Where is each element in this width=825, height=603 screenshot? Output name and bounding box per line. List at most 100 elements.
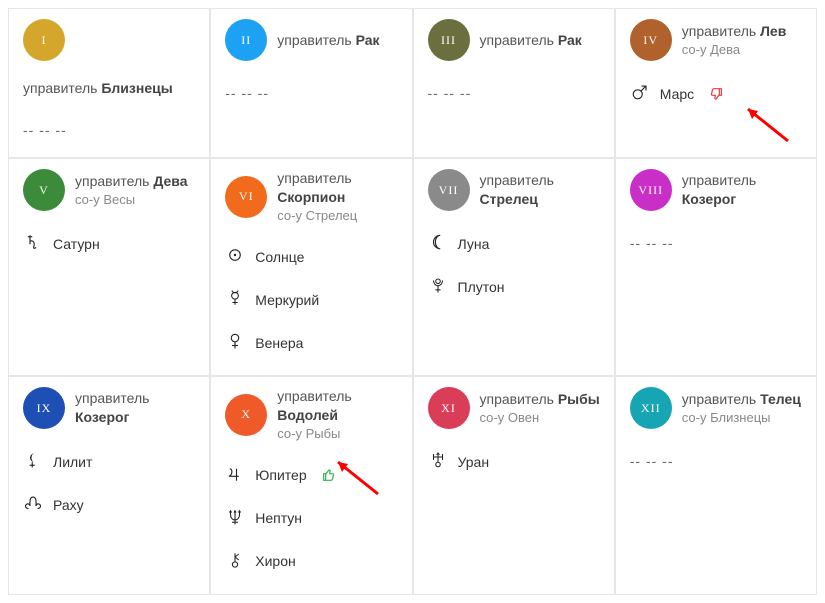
house-header: Vуправитель Девасо-у Весы — [23, 169, 195, 211]
ruler-block: управитель Телец со-у Близнецы — [682, 390, 801, 426]
house-cell: VIIIуправитель Козерог -- -- -- — [615, 158, 817, 376]
ruler-line: управитель Рак — [277, 31, 379, 50]
planet-name: Марс — [660, 86, 694, 102]
house-number: XII — [641, 401, 661, 416]
house-number: X — [241, 407, 251, 422]
mars-icon — [630, 75, 650, 112]
planet-list: ЮпитерНептунХирон — [225, 457, 397, 580]
coruler-sign: Рыбы — [306, 426, 341, 441]
ruler-block: управитель Левсо-у Дева — [682, 22, 787, 58]
house-badge: III — [428, 19, 470, 61]
ruler-prefix: управитель — [682, 172, 756, 188]
planet-row: Уран — [428, 443, 600, 480]
coruler-line: со-у Близнецы — [682, 409, 801, 427]
ruler-prefix: управитель — [277, 170, 351, 186]
planet-row: Нептун — [225, 500, 397, 537]
ruler-prefix: управитель — [682, 391, 756, 407]
ruler-sign: Телец — [760, 391, 801, 407]
planet-name: Плутон — [458, 279, 505, 295]
saturn-icon — [23, 225, 43, 262]
sun-icon — [225, 238, 245, 275]
house-header: XII управитель Телец со-у Близнецы — [630, 387, 802, 429]
house-header: II управитель Рак — [225, 19, 397, 61]
planet-list: ЛунаПлутон — [428, 225, 600, 305]
house-badge: IV — [630, 19, 672, 61]
empty-placeholder: -- -- -- — [630, 235, 802, 251]
planet-name: Лилит — [53, 454, 92, 470]
houses-grid: Iуправитель Близнецы -- -- -- II управитель… — [8, 8, 817, 595]
house-header: VIIуправитель Стрелец — [428, 169, 600, 211]
coruler-line: со-у Дева — [682, 41, 787, 59]
house-badge: I — [23, 19, 65, 61]
planet-row: Хирон — [225, 543, 397, 580]
ruler-block: управитель Рак — [277, 31, 379, 50]
ruler-sign: Скорпион — [277, 189, 345, 205]
house-cell: Xуправитель Водолейсо-у РыбыЮпитерНептун… — [210, 376, 412, 594]
ruler-line: управитель Лев — [682, 22, 787, 41]
ruler-sign: Дева — [153, 173, 187, 189]
planet-row: Плутон — [428, 268, 600, 305]
planet-name: Солнце — [255, 249, 304, 265]
house-cell: III управитель Рак -- -- -- — [413, 8, 615, 158]
planet-name: Уран — [458, 454, 490, 470]
ruler-block: управитель Рак — [480, 31, 582, 50]
ruler-sign: Козерог — [75, 409, 129, 425]
house-number: VI — [239, 189, 254, 204]
house-number: V — [39, 183, 49, 198]
ruler-sign: Рыбы — [558, 391, 600, 407]
house-cell: IXуправитель КозерогЛилитРаху — [8, 376, 210, 594]
house-number: II — [241, 33, 251, 48]
house-badge: V — [23, 169, 65, 211]
planet-row: Солнце — [225, 238, 397, 275]
planet-list: Сатурн — [23, 225, 195, 262]
ruler-sign: Лев — [760, 23, 786, 39]
planet-row: Меркурий — [225, 281, 397, 318]
coruler-line: со-у Рыбы — [277, 425, 397, 443]
thumbs-down-icon[interactable] — [708, 86, 724, 102]
planet-row: Раху — [23, 486, 195, 523]
ruler-line: управитель Дева — [75, 172, 187, 191]
ruler-line: управитель Стрелец — [480, 171, 600, 209]
house-badge: VI — [225, 176, 267, 218]
planet-name: Раху — [53, 497, 84, 513]
ruler-prefix: управитель — [23, 80, 97, 96]
house-cell: VIIуправитель Стрелец ЛунаПлутон — [413, 158, 615, 376]
lilith-icon — [23, 443, 43, 480]
house-cell: Iуправитель Близнецы -- -- -- — [8, 8, 210, 158]
house-header: VIуправитель Скорпионсо-у Стрелец — [225, 169, 397, 224]
house-badge: IX — [23, 387, 65, 429]
empty-placeholder: -- -- -- — [630, 453, 802, 469]
house-cell: XII управитель Телец со-у Близнецы -- -- -- — [615, 376, 817, 594]
house-header: IV управитель Левсо-у Дева — [630, 19, 802, 61]
empty-placeholder: -- -- -- — [23, 122, 195, 138]
pluto-icon — [428, 268, 448, 305]
planet-name: Сатурн — [53, 236, 100, 252]
house-badge: XII — [630, 387, 672, 429]
planet-list: Марс — [630, 75, 802, 112]
coruler-sign: Близнецы — [710, 410, 770, 425]
ruler-sign: Рак — [558, 32, 582, 48]
ruler-block: управитель Козерог — [682, 171, 802, 209]
house-badge: X — [225, 394, 267, 436]
house-header: Xуправитель Водолейсо-у Рыбы — [225, 387, 397, 442]
ruler-block: управитель Стрелец — [480, 171, 600, 209]
house-header: VIIIуправитель Козерог — [630, 169, 802, 211]
coruler-prefix: со-у — [480, 410, 505, 425]
planet-list: Солнце Меркурий Венера — [225, 238, 397, 361]
thumbs-up-icon[interactable] — [321, 467, 337, 483]
planet-name: Венера — [255, 335, 303, 351]
ruler-line: управитель Близнецы — [23, 79, 195, 98]
ruler-sign: Стрелец — [480, 191, 538, 207]
ruler-sign: Рак — [356, 32, 380, 48]
ruler-prefix: управитель — [480, 32, 554, 48]
ruler-prefix: управитель — [480, 391, 554, 407]
house-header: III управитель Рак — [428, 19, 600, 61]
ruler-line: управитель Рак — [480, 31, 582, 50]
ruler-prefix: управитель — [480, 172, 554, 188]
ruler-sign: Козерог — [682, 191, 736, 207]
planet-list: Уран — [428, 443, 600, 480]
ruler-line: управитель Рыбы — [480, 390, 600, 409]
house-badge: II — [225, 19, 267, 61]
ruler-block: управитель Близнецы — [23, 79, 195, 98]
empty-placeholder: -- -- -- — [428, 85, 600, 101]
